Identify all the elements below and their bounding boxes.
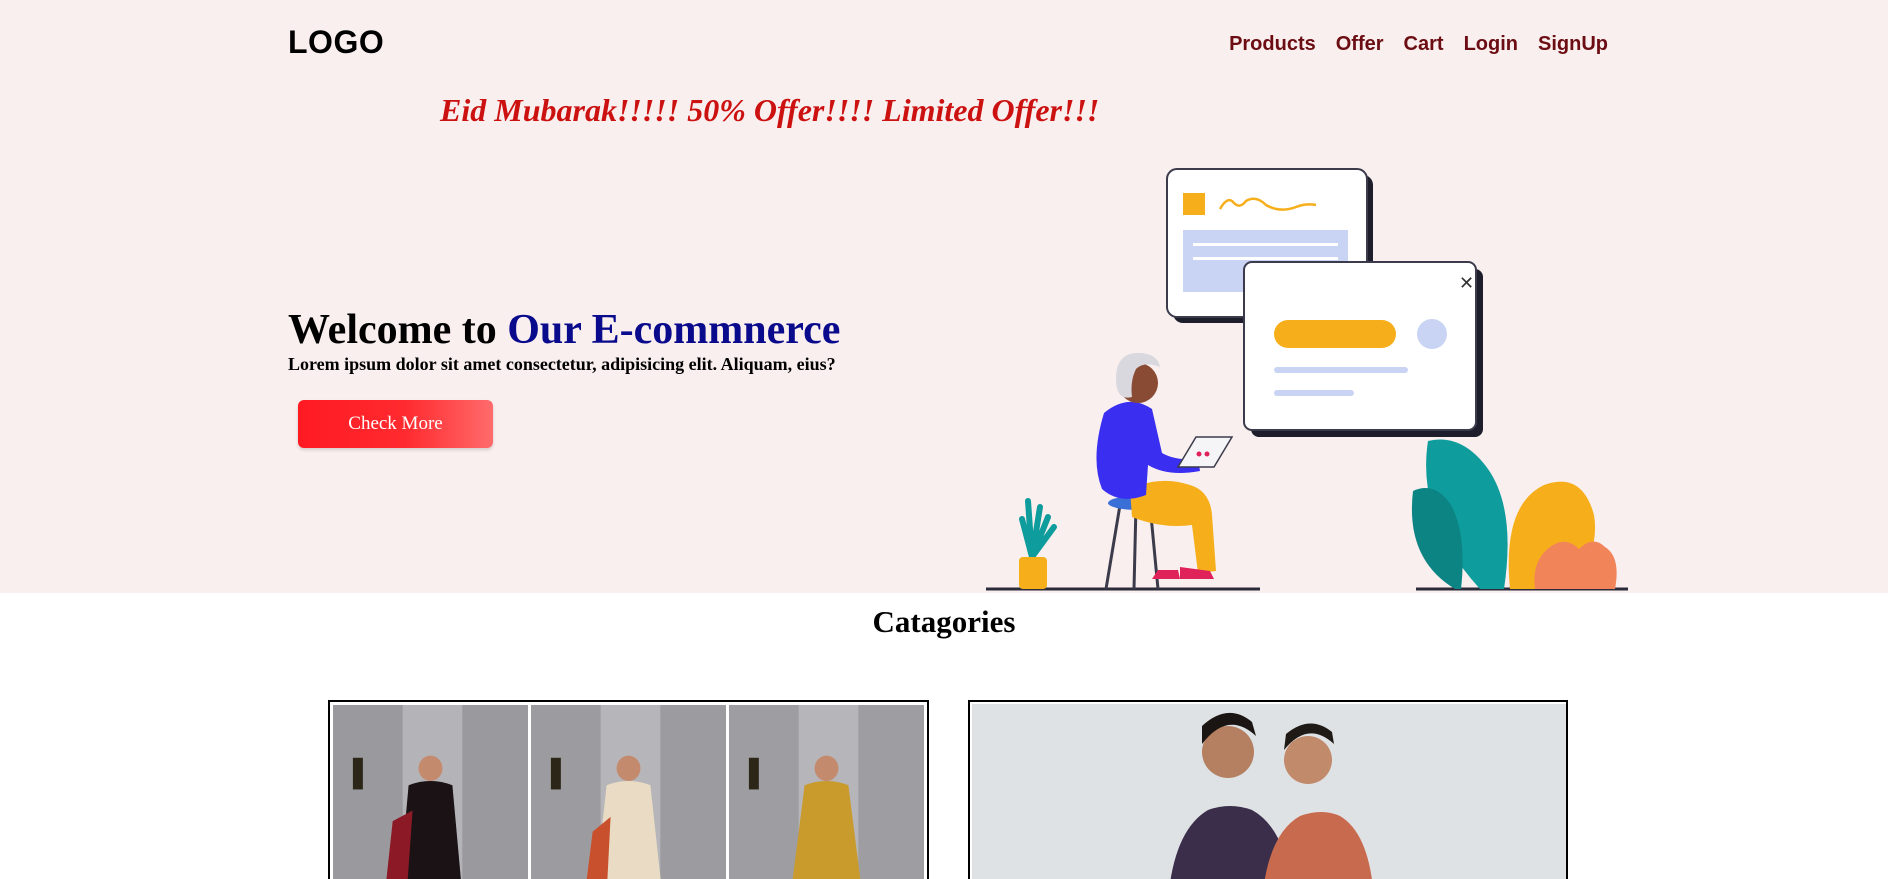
laptop-dot [1196, 451, 1202, 457]
text-line [1193, 243, 1338, 246]
text-line [1193, 257, 1338, 260]
hero-title: Welcome to Our E-commnerce [288, 306, 840, 354]
laptop-dot [1204, 451, 1210, 457]
logo[interactable]: LOGO [288, 24, 384, 61]
category-card-women[interactable] [328, 700, 929, 879]
category-card-men[interactable] [968, 700, 1568, 879]
small-plant [1019, 498, 1057, 560]
check-more-button[interactable]: Check More [298, 400, 493, 448]
men-models-photo [972, 704, 1566, 879]
offer-marquee: Eid Mubarak!!!!! 50% Offer!!!! Limited O… [440, 92, 1100, 128]
nav-link-cart[interactable]: Cart [1404, 33, 1444, 56]
text-line [1274, 367, 1408, 373]
orange-square [1183, 193, 1205, 215]
hero-title-prefix: Welcome to [288, 307, 508, 353]
nav-link-offer[interactable]: Offer [1336, 33, 1384, 56]
avatar-circle [1417, 319, 1447, 349]
women-model-photo [333, 705, 528, 879]
text-line [1274, 390, 1354, 396]
pill-bar [1274, 320, 1396, 348]
laptop [1176, 436, 1234, 468]
women-model-photo [531, 705, 726, 879]
hero-illustration: ✕ [986, 168, 1628, 591]
close-icon: ✕ [1459, 273, 1474, 294]
categories-heading: Catagories [872, 604, 1016, 639]
nav-link-signup[interactable]: SignUp [1538, 33, 1608, 56]
hero-title-accent: Our E-commnerce [507, 307, 841, 353]
nav-link-login[interactable]: Login [1464, 33, 1518, 56]
main-nav: Products Offer Cart Login SignUp [1229, 33, 1608, 56]
women-model-photo [729, 705, 924, 879]
nav-link-products[interactable]: Products [1229, 33, 1316, 56]
plant-pot [1019, 557, 1047, 589]
hero-subtitle: Lorem ipsum dolor sit amet consectetur, … [288, 354, 836, 374]
